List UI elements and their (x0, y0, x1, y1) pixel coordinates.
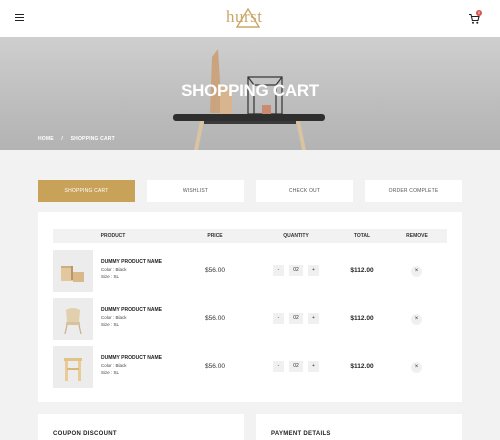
hero-banner: SHOPPING CART HOME / SHOPPING CART (0, 37, 500, 150)
product-color: Color : Black (101, 267, 127, 272)
line-total: $112.00 (350, 315, 374, 322)
breadcrumb-home[interactable]: HOME (38, 136, 54, 142)
increase-button[interactable]: + (308, 265, 319, 276)
quantity-stepper: - 02 + (273, 265, 319, 276)
increase-button[interactable]: + (308, 361, 319, 372)
table-row: DUMMY PRODUCT NAME Color : Black Size : … (53, 346, 447, 388)
product-price: $56.00 (205, 267, 225, 274)
product-name[interactable]: DUMMY PRODUCT NAME (101, 259, 162, 265)
quantity-input[interactable]: 02 (289, 361, 303, 372)
quantity-stepper: - 02 + (273, 361, 319, 372)
col-remove: REMOVE (406, 233, 428, 239)
breadcrumb-current: SHOPPING CART (70, 136, 115, 142)
remove-button[interactable]: × (411, 266, 422, 277)
cart-count-badge: 0 (476, 10, 482, 16)
product-thumbnail[interactable] (53, 250, 93, 292)
product-thumbnail[interactable] (53, 298, 93, 340)
step-wishlist[interactable]: WISHLIST (147, 180, 244, 202)
remove-button[interactable]: × (411, 362, 422, 373)
breadcrumb: HOME / SHOPPING CART (38, 136, 121, 142)
line-total: $112.00 (350, 267, 374, 274)
coupon-title: COUPON DISCOUNT (53, 431, 117, 437)
product-color: Color : Black (101, 363, 127, 368)
step-shopping-cart[interactable]: SHOPPING CART (38, 180, 135, 202)
breadcrumb-separator: / (61, 136, 63, 142)
logo-triangle-icon (236, 8, 260, 28)
payment-title: PAYMENT DETAILS (271, 431, 331, 437)
cart-panel: PRODUCT PRICE QUANTITY TOTAL REMOVE DUMM… (38, 212, 462, 402)
col-price: PRICE (207, 233, 223, 239)
product-thumbnail[interactable] (53, 346, 93, 388)
menu-icon[interactable] (15, 14, 24, 22)
decrease-button[interactable]: - (273, 361, 284, 372)
product-size: Size : SL (101, 322, 120, 327)
table-header: PRODUCT PRICE QUANTITY TOTAL REMOVE (53, 229, 447, 243)
page-title: SHOPPING CART (181, 81, 319, 100)
product-color: Color : Black (101, 315, 127, 320)
quantity-stepper: - 02 + (273, 313, 319, 324)
remove-button[interactable]: × (411, 314, 422, 325)
product-price: $56.00 (205, 363, 225, 370)
product-name[interactable]: DUMMY PRODUCT NAME (101, 355, 162, 361)
payment-panel: PAYMENT DETAILS (256, 414, 462, 440)
coupon-panel: COUPON DISCOUNT (38, 414, 244, 440)
product-name[interactable]: DUMMY PRODUCT NAME (101, 307, 162, 313)
step-order-complete[interactable]: ORDER COMPLETE (365, 180, 462, 202)
step-check-out[interactable]: CHECK OUT (256, 180, 353, 202)
product-size: Size : SL (101, 370, 120, 375)
quantity-input[interactable]: 02 (289, 265, 303, 276)
product-size: Size : SL (101, 274, 120, 279)
quantity-input[interactable]: 02 (289, 313, 303, 324)
line-total: $112.00 (350, 363, 374, 370)
decrease-button[interactable]: - (273, 313, 284, 324)
site-header: hurst 0 (0, 0, 500, 37)
col-product: PRODUCT (100, 233, 126, 239)
decrease-button[interactable]: - (273, 265, 284, 276)
table-row: DUMMY PRODUCT NAME Color : Black Size : … (53, 298, 447, 340)
site-logo[interactable]: hurst (226, 6, 274, 30)
col-quantity: QUANTITY (283, 233, 309, 239)
increase-button[interactable]: + (308, 313, 319, 324)
table-row: DUMMY PRODUCT NAME Color : Black Size : … (53, 250, 447, 292)
col-total: TOTAL (353, 233, 371, 239)
product-price: $56.00 (205, 315, 225, 322)
cart-icon[interactable]: 0 (468, 10, 482, 25)
